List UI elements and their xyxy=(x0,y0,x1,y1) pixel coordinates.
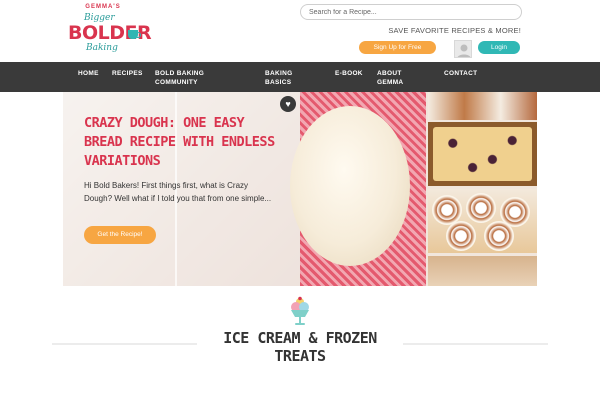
cinnamon-roll-image xyxy=(446,221,476,251)
get-recipe-button[interactable]: Get the Recipe! xyxy=(84,226,156,244)
featured-recipe[interactable]: Crazy Dough: One Easy Bread Recipe with … xyxy=(63,92,537,286)
login-button[interactable]: Login xyxy=(478,41,520,54)
nav-item-baking-basics[interactable]: BAKING BASICS xyxy=(265,69,311,87)
site-logo[interactable]: GEMMA'S Bigger BOLDER Baking xyxy=(66,4,152,58)
logo-arc-text: GEMMA'S xyxy=(85,4,121,10)
cinnamon-roll-image xyxy=(484,221,514,251)
save-favorites-text: SAVE FAVORITE RECIPES & MORE! xyxy=(388,26,521,35)
nav-item-contact[interactable]: CONTACT xyxy=(444,69,477,78)
teacup-icon xyxy=(128,30,141,39)
nav-item-recipes[interactable]: RECIPES xyxy=(112,69,143,78)
search-input[interactable] xyxy=(300,4,522,20)
main-nav: HOME RECIPES BOLD BAKING COMMUNITY BAKIN… xyxy=(0,62,600,92)
user-icon xyxy=(457,44,471,57)
ice-cream-sundae-icon xyxy=(291,296,309,325)
nav-item-community[interactable]: BOLD BAKING COMMUNITY xyxy=(155,69,235,87)
logo-baking: Baking xyxy=(86,43,118,53)
hero-excerpt: Hi Bold Bakers! First things first, what… xyxy=(84,181,272,203)
heart-icon[interactable]: ♥ xyxy=(280,96,296,112)
thumbnail-tray-bake[interactable] xyxy=(428,122,537,186)
thumbnail-cinnamon-rolls[interactable] xyxy=(428,189,537,253)
nav-item-about[interactable]: ABOUT GEMMA xyxy=(377,69,411,87)
section-divider-left xyxy=(52,343,197,345)
thumbnail-column xyxy=(426,92,537,286)
section-title: ICE CREAM & FROZEN TREATS xyxy=(223,329,377,365)
nav-item-home[interactable]: HOME xyxy=(78,69,99,78)
nav-item-ebook[interactable]: E-BOOK xyxy=(335,69,363,78)
thumbnail-pastry[interactable] xyxy=(428,256,537,286)
avatar[interactable] xyxy=(454,40,472,58)
thumbnail-bread[interactable] xyxy=(428,92,537,120)
section-divider-right xyxy=(403,343,548,345)
dough-ball-image xyxy=(290,106,410,266)
tray-bake-image xyxy=(433,127,532,181)
cinnamon-roll-image xyxy=(466,193,496,223)
hero-title[interactable]: Crazy Dough: One Easy Bread Recipe with … xyxy=(84,114,284,171)
signup-button[interactable]: Sign Up for Free xyxy=(359,41,436,54)
dough-photo xyxy=(290,92,426,286)
